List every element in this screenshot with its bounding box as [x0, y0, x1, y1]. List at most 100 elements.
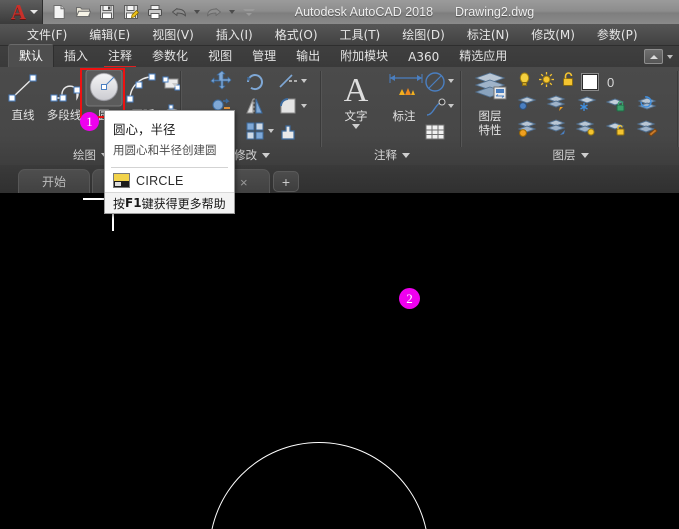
- layer-match-icon[interactable]: [636, 118, 658, 143]
- layer-tools-row-2: [516, 118, 658, 143]
- layer-freeze-icon[interactable]: [576, 94, 598, 119]
- document-name: Drawing2.dwg: [455, 5, 534, 19]
- menu-parametric[interactable]: 参数(P): [586, 24, 649, 45]
- panel-layers-body: 图层 特性: [462, 67, 679, 145]
- tab-output[interactable]: 输出: [286, 45, 330, 67]
- line-button[interactable]: 直线: [2, 68, 44, 122]
- trim-button[interactable]: [276, 69, 300, 93]
- ribbon-minimize-icon[interactable]: [644, 49, 663, 64]
- svg-text:A: A: [344, 72, 369, 109]
- mirror-button[interactable]: [243, 94, 267, 118]
- menu-dimension[interactable]: 标注(N): [456, 24, 520, 45]
- menu-edit[interactable]: 编辑(E): [78, 24, 141, 45]
- tooltip-footer-prefix: 按: [113, 195, 125, 212]
- dim-style-dropdown-icon[interactable]: [448, 79, 454, 83]
- menu-format[interactable]: 格式(O): [264, 24, 329, 45]
- dimension-button[interactable]: 标注: [380, 69, 428, 123]
- layer-change-to-current-icon[interactable]: [546, 118, 568, 143]
- ribbon-tab-bar: 默认 插入 注释 参数化 视图 管理 输出 附加模块 A360 精选应用: [0, 46, 679, 68]
- dim-style-button[interactable]: [422, 69, 446, 93]
- layer-isolate-icon[interactable]: [516, 94, 538, 119]
- panel-layers-label-text: 图层: [553, 147, 576, 163]
- leader-button[interactable]: [422, 94, 446, 118]
- move-button[interactable]: [210, 69, 234, 93]
- layer-lock-icon[interactable]: [606, 94, 628, 119]
- tab-home[interactable]: 默认: [8, 44, 54, 67]
- chevron-down-icon: [581, 153, 589, 158]
- tab-featured-apps[interactable]: 精选应用: [449, 45, 517, 67]
- layer-turn-all-on-icon[interactable]: [576, 118, 598, 143]
- array-button[interactable]: [243, 119, 267, 143]
- tooltip-command-name: CIRCLE: [136, 174, 184, 188]
- panel-annotation: A 文字: [322, 67, 462, 165]
- layers-icon: [470, 69, 510, 109]
- tab-insert[interactable]: 插入: [54, 45, 98, 67]
- file-tab-start[interactable]: 开始: [18, 169, 90, 193]
- layer-make-current-icon[interactable]: [546, 94, 568, 119]
- layer-color-swatch[interactable]: [582, 74, 598, 90]
- undo-icon[interactable]: [168, 2, 190, 22]
- rotate-button[interactable]: [243, 69, 267, 93]
- panel-annotation-label[interactable]: 注释: [322, 146, 462, 164]
- tab-annotate[interactable]: 注释: [98, 45, 142, 67]
- application-menu-button[interactable]: A: [0, 0, 43, 24]
- file-tab-close-icon[interactable]: ×: [240, 175, 248, 190]
- menu-view[interactable]: 视图(V): [141, 24, 205, 45]
- line-icon: [3, 68, 43, 108]
- tooltip-footer: 按 F1 键获得更多帮助: [105, 192, 234, 213]
- new-icon[interactable]: [48, 2, 70, 22]
- tab-a360[interactable]: A360: [398, 48, 449, 67]
- layer-on-icon[interactable]: [516, 71, 533, 93]
- undo-dropdown-icon[interactable]: [192, 2, 201, 22]
- text-button-label: 文字: [332, 110, 380, 123]
- autocad-window: A: [0, 0, 679, 529]
- layer-unlock-icon[interactable]: [560, 71, 577, 93]
- ribbon-minimize-control[interactable]: [644, 49, 673, 64]
- tab-view[interactable]: 视图: [198, 45, 242, 67]
- menu-tools[interactable]: 工具(T): [329, 24, 392, 45]
- explode-button[interactable]: [276, 119, 300, 143]
- leader-dropdown-icon[interactable]: [448, 104, 454, 108]
- drawn-circle[interactable]: [209, 442, 429, 529]
- line-button-label: 直线: [2, 109, 44, 122]
- circle-tooltip: 圆心，半径 用圆心和半径创建圆 CIRCLE 按 F1 键获得更多帮助: [104, 110, 235, 214]
- redo-icon[interactable]: [203, 2, 225, 22]
- text-button[interactable]: A 文字: [332, 69, 380, 129]
- table-button[interactable]: [422, 119, 446, 143]
- rectangle-dropdown-icon[interactable]: [172, 83, 178, 87]
- menu-file[interactable]: 文件(F): [16, 24, 78, 45]
- tooltip-command-row: CIRCLE: [113, 173, 184, 188]
- layer-properties-button[interactable]: 图层 特性: [468, 69, 512, 137]
- layer-off-icon[interactable]: [516, 118, 538, 143]
- file-tab-bar: 开始 Drawing2 × +: [0, 165, 679, 194]
- title-bar: A: [0, 0, 679, 25]
- tooltip-separator: [111, 167, 228, 168]
- menu-insert[interactable]: 插入(I): [205, 24, 264, 45]
- tab-addins[interactable]: 附加模块: [330, 45, 398, 67]
- fillet-button[interactable]: [276, 94, 300, 118]
- redo-dropdown-icon[interactable]: [227, 2, 236, 22]
- panel-layers-label[interactable]: 图层: [462, 146, 679, 164]
- chevron-down-icon: [402, 153, 410, 158]
- menu-modify[interactable]: 修改(M): [520, 24, 586, 45]
- save-icon[interactable]: [96, 2, 118, 22]
- plot-icon[interactable]: [144, 2, 166, 22]
- layer-unlock-all-icon[interactable]: [606, 118, 628, 143]
- new-tab-button[interactable]: +: [273, 171, 299, 192]
- layer-thaw-icon[interactable]: [538, 71, 555, 93]
- trim-dropdown-icon[interactable]: [301, 79, 307, 83]
- tab-parametric[interactable]: 参数化: [142, 45, 198, 67]
- chevron-down-icon[interactable]: [667, 55, 673, 59]
- drawing-canvas[interactable]: [0, 193, 679, 529]
- open-icon[interactable]: [72, 2, 94, 22]
- menu-draw[interactable]: 绘图(D): [391, 24, 456, 45]
- array-dropdown-icon[interactable]: [268, 129, 274, 133]
- tooltip-description: 用圆心和半径创建圆: [113, 142, 217, 158]
- layer-previous-icon[interactable]: [636, 94, 658, 119]
- app-title: Autodesk AutoCAD 2018: [295, 5, 433, 19]
- chevron-down-icon[interactable]: [352, 124, 360, 129]
- save-as-icon[interactable]: [120, 2, 142, 22]
- tab-manage[interactable]: 管理: [242, 45, 286, 67]
- customize-icon[interactable]: [238, 2, 260, 22]
- fillet-dropdown-icon[interactable]: [301, 104, 307, 108]
